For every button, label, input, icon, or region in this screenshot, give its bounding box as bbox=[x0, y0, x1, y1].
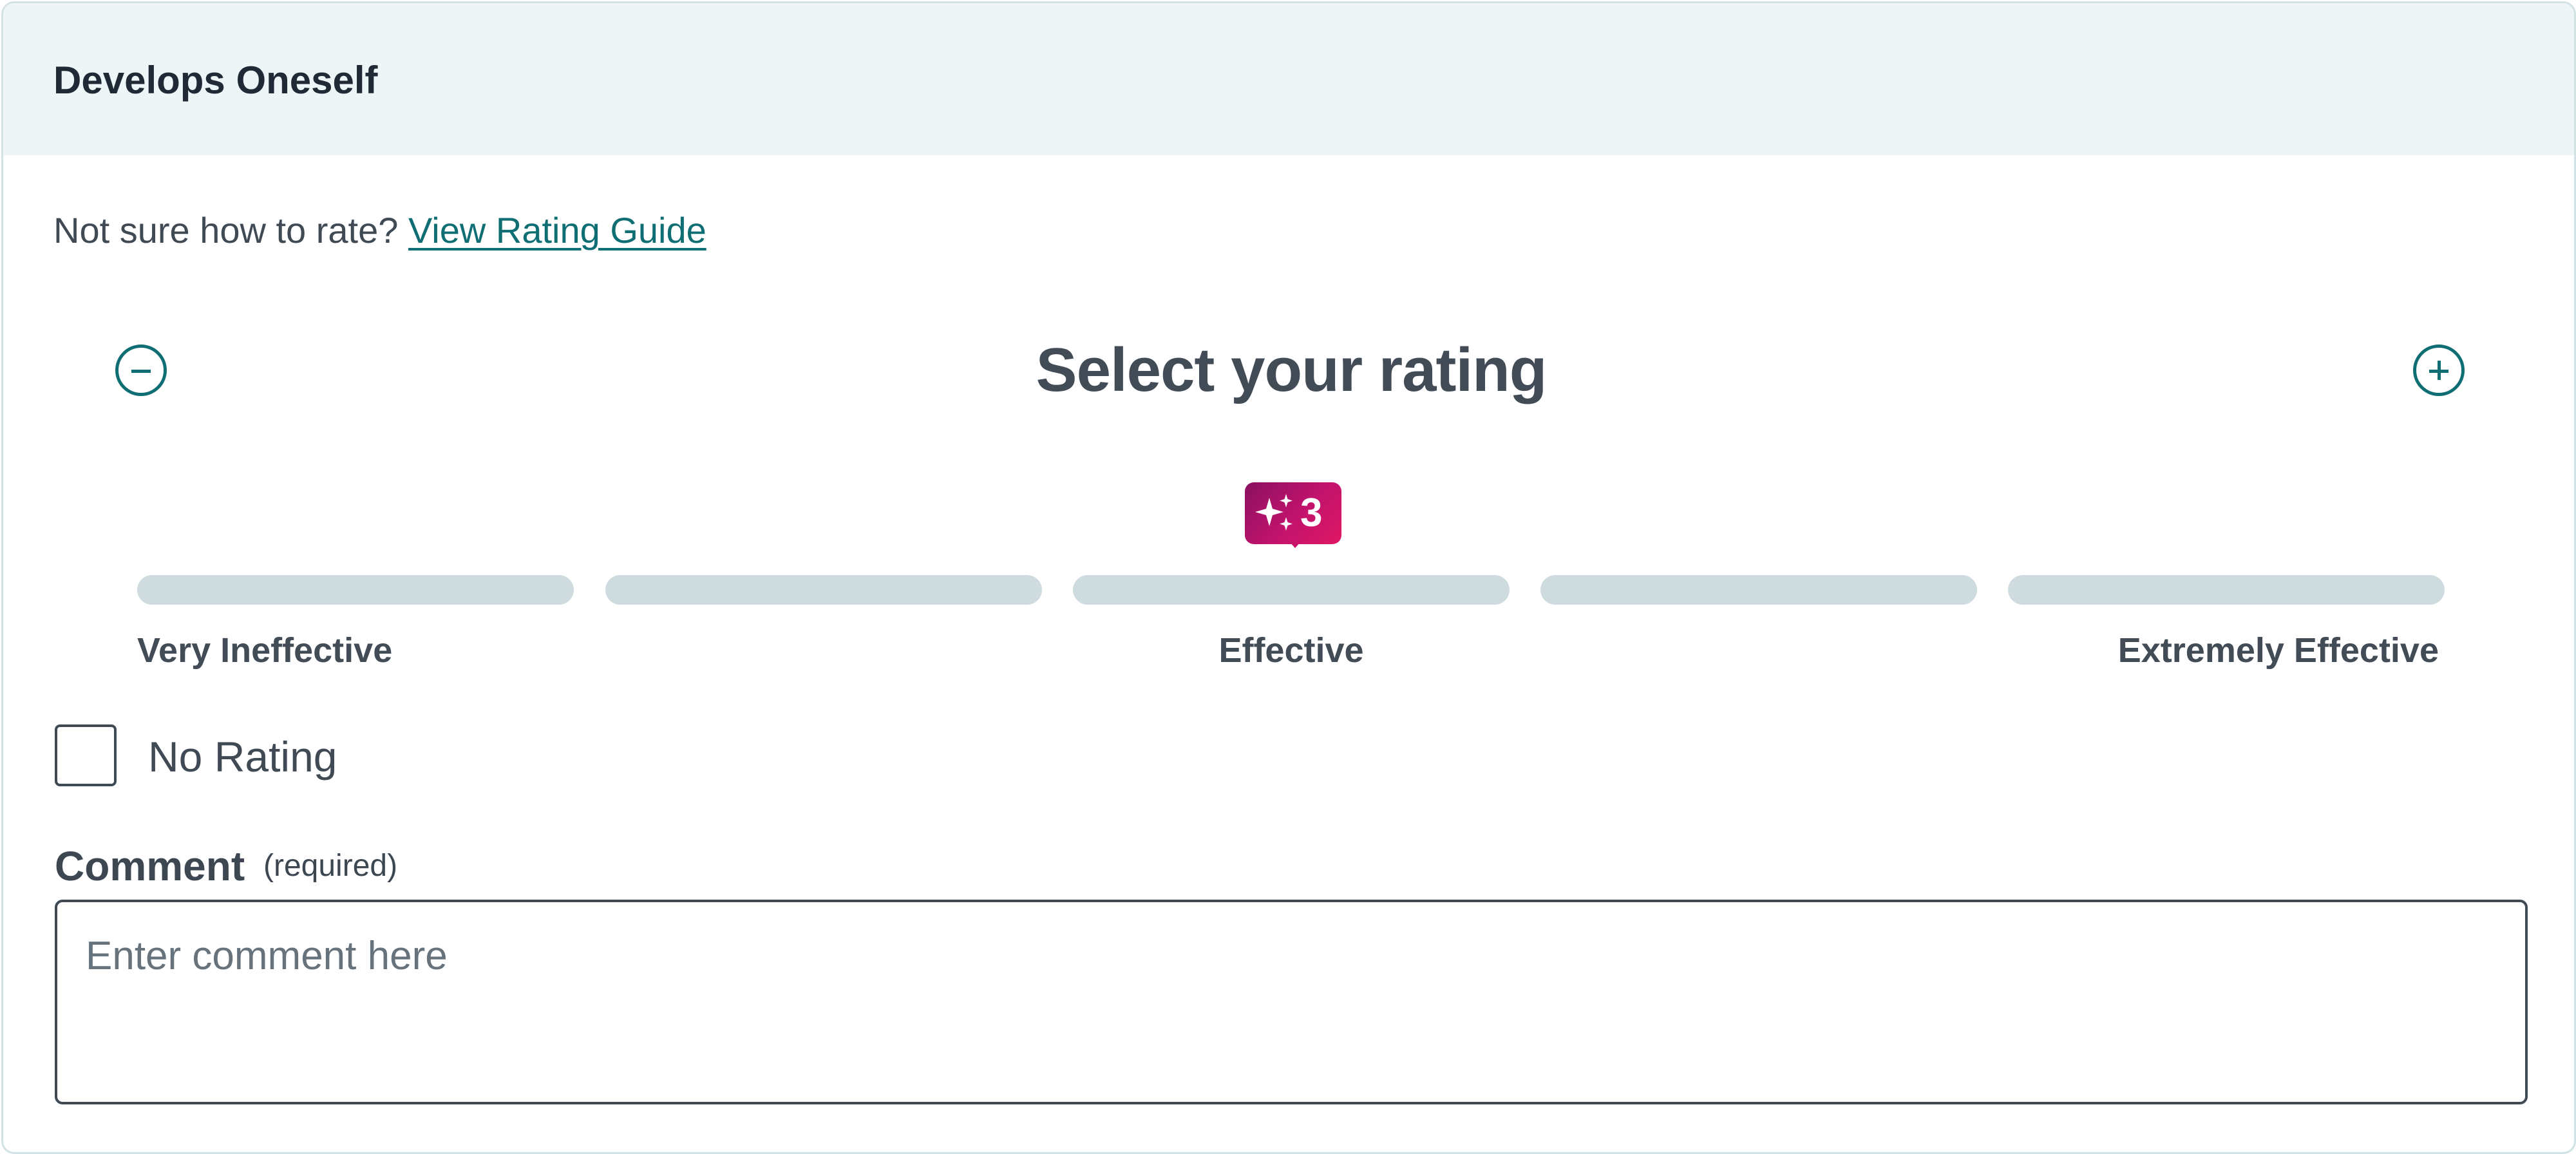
rating-guide-line: Not sure how to rate? View Rating Guide bbox=[53, 208, 706, 253]
rating-segment-4[interactable] bbox=[1540, 575, 1977, 605]
scale-label-mid: Effective bbox=[1218, 631, 1364, 670]
rating-segment-3[interactable] bbox=[1073, 575, 1510, 605]
rating-segment-1[interactable] bbox=[137, 575, 574, 605]
rating-segment-5[interactable] bbox=[2008, 575, 2445, 605]
scale-label-low: Very Ineffective bbox=[137, 631, 393, 670]
scale-label-high: Extremely Effective bbox=[2117, 631, 2439, 670]
rating-segment-2[interactable] bbox=[605, 575, 1042, 605]
comment-textarea[interactable] bbox=[55, 900, 2528, 1104]
no-rating-label[interactable]: No Rating bbox=[148, 731, 337, 782]
rating-card: Develops Oneself Not sure how to rate? V… bbox=[1, 1, 2576, 1154]
sparkle-icon bbox=[1255, 494, 1293, 531]
view-rating-guide-link[interactable]: View Rating Guide bbox=[408, 210, 706, 251]
rating-guide-prompt: Not sure how to rate? bbox=[53, 210, 399, 251]
select-rating-heading: Select your rating bbox=[1036, 336, 1548, 404]
comment-label: Comment bbox=[55, 843, 245, 889]
increase-rating-button[interactable] bbox=[2413, 345, 2465, 396]
badge-pointer bbox=[1283, 535, 1307, 548]
no-rating-checkbox[interactable] bbox=[55, 724, 117, 786]
comment-required-note: (required) bbox=[263, 849, 398, 883]
card-title: Develops Oneself bbox=[53, 59, 378, 102]
card-header: Develops Oneself bbox=[3, 3, 2574, 155]
